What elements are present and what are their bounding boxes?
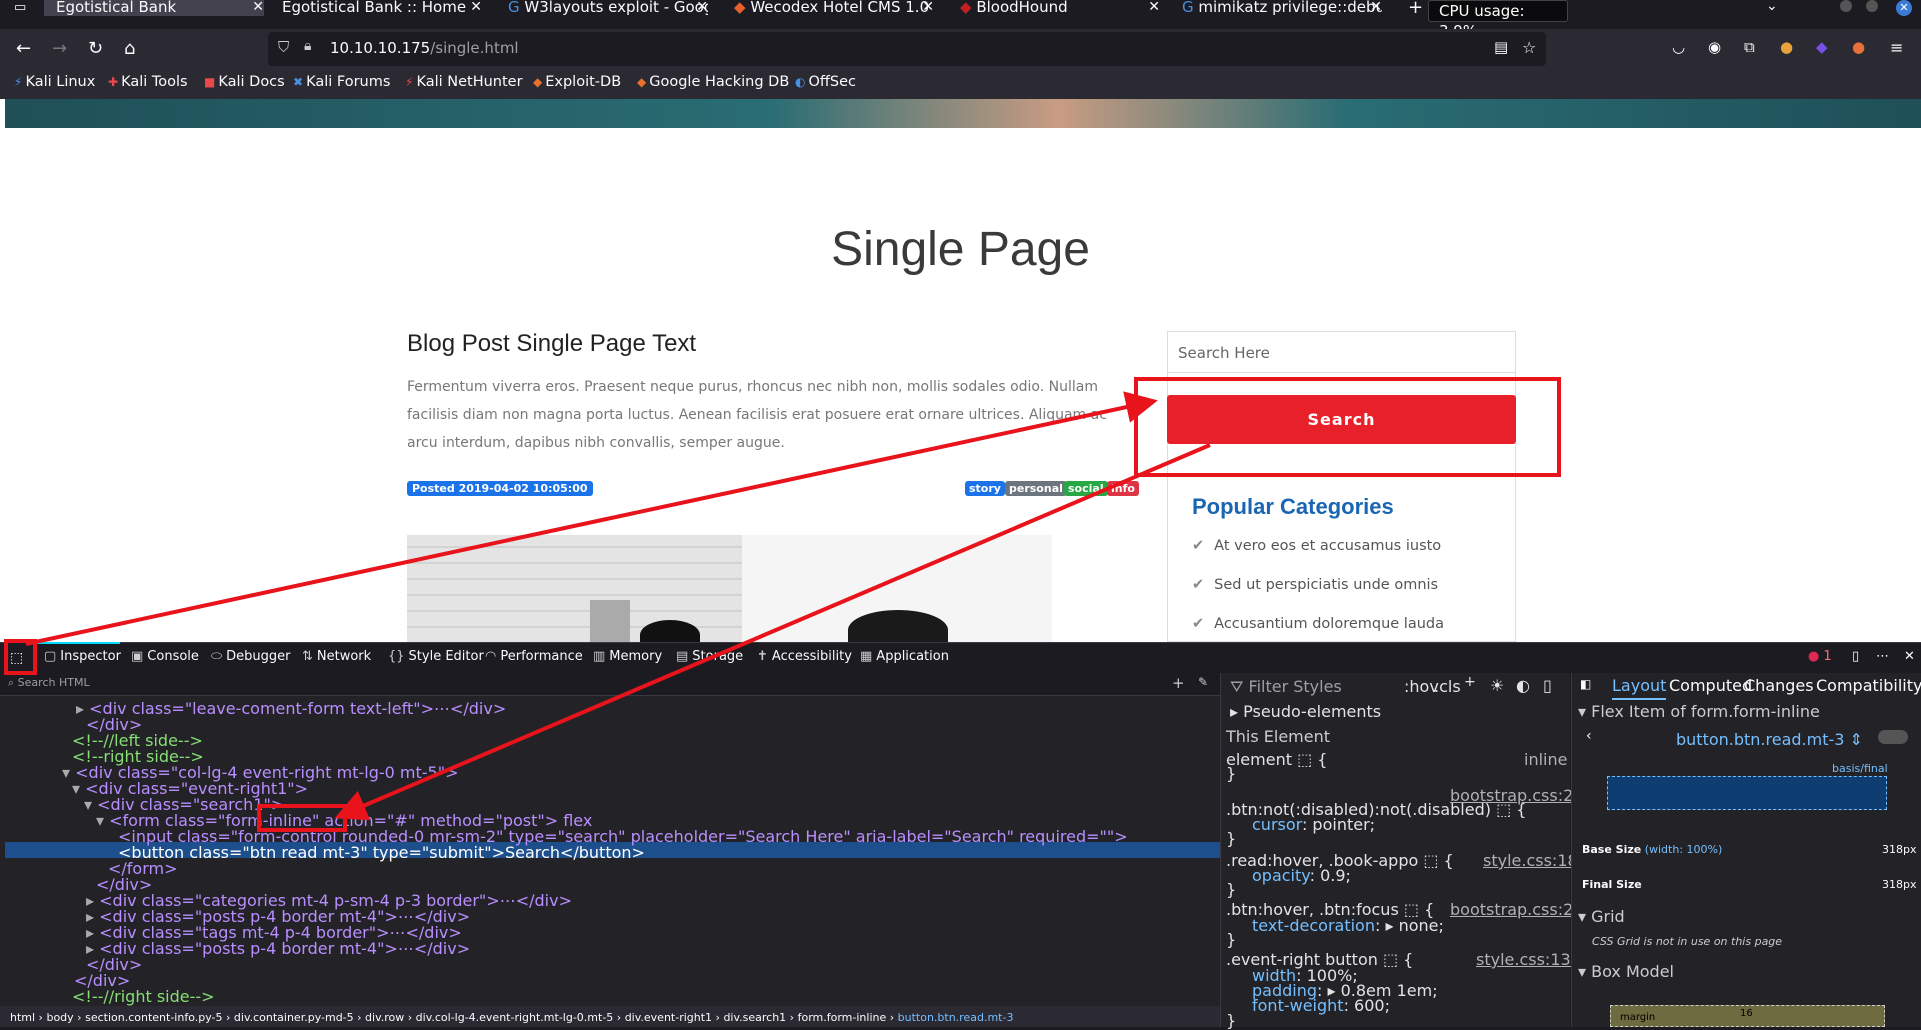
arrow-button-to-action xyxy=(334,443,1211,821)
annotation-arrows xyxy=(25,391,1211,821)
arrow-picker-to-button xyxy=(25,391,1158,646)
